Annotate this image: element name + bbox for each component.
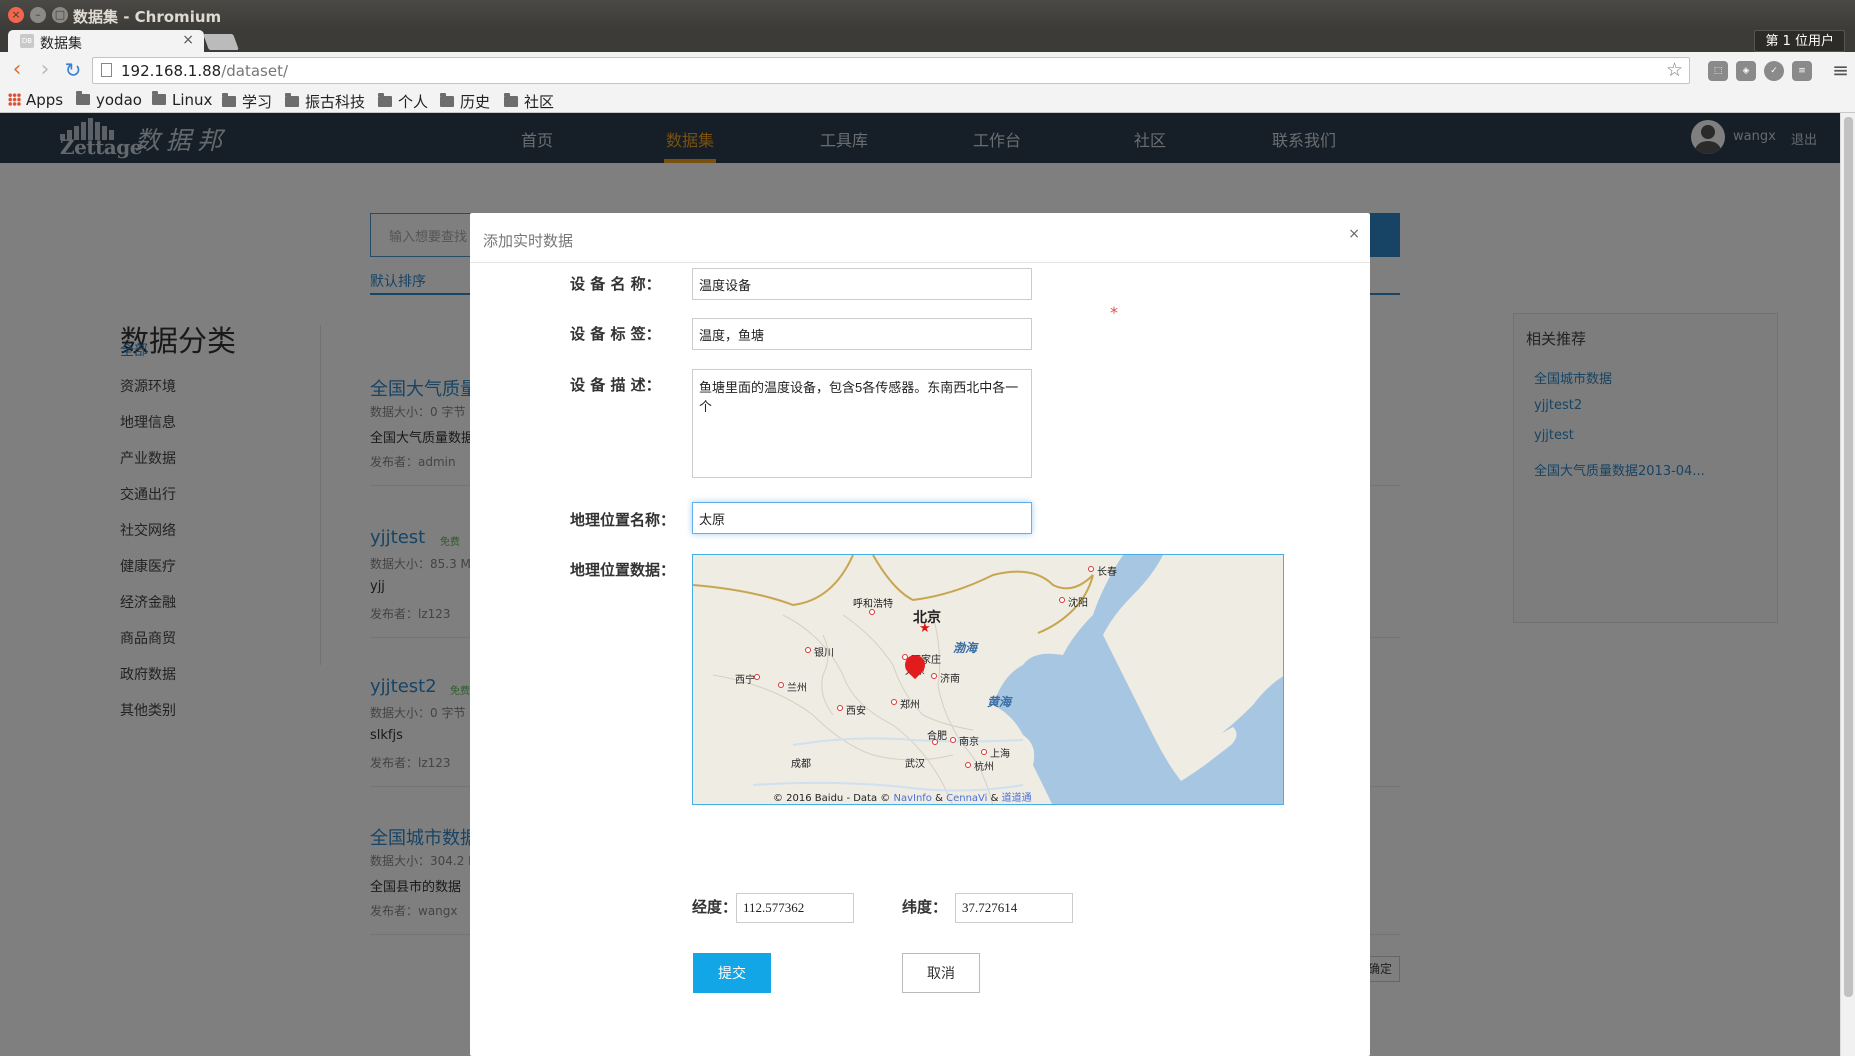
location-map[interactable]: 长春 呼和浩特 北京 ★ 沈阳 银川 太原 石家庄 西宁 兰州 济南 郑州 西安… [692,554,1284,805]
device-desc-textarea[interactable]: 鱼塘里面的温度设备，包含5各传感器。东南西北中各一个 [692,369,1032,478]
new-tab-button[interactable] [203,34,239,50]
sea-label: 渤海 [953,641,978,655]
location-name-label: 地理位置名称： [570,511,676,529]
bookmark-folder[interactable]: 学习 [222,91,272,112]
device-name-label: 设 备 名 称： [570,275,661,293]
os-titlebar: × – □ 数据集 - Chromium [0,0,1855,30]
city-label: 成都 [791,759,811,770]
profile-button[interactable]: 第 1 位用户 [1754,30,1845,52]
longitude-label: 经度： [692,898,738,916]
capital-star-icon: ★ [919,621,931,636]
modal-close-icon[interactable]: × [1348,226,1360,242]
map-copyright: © 2016 Baidu - Data © NavInfo & CennaVi … [773,793,1032,804]
city-label: 沈阳 [1068,598,1088,609]
url-text[interactable]: 192.168.1.88/dataset/ [121,62,288,80]
location-name-input[interactable] [692,502,1032,534]
city-dot [778,682,784,688]
city-label: 西宁 [735,675,755,686]
tab-title: 数据集 [40,36,82,52]
city-label: 郑州 [900,700,920,711]
city-label: 杭州 [974,762,994,773]
bookmark-folder[interactable]: Linux [152,91,212,109]
submit-button[interactable]: 提交 [693,953,771,993]
folder-icon [504,93,518,107]
bookmark-star-icon[interactable]: ☆ [1666,59,1683,81]
city-label: 银川 [814,648,834,659]
bookmark-folder[interactable]: 社区 [504,91,554,112]
url-path: /dataset/ [221,62,289,80]
sea-label: 黄海 [987,695,1012,709]
copyright-link[interactable]: 道道通 [1002,793,1032,804]
folder-icon [378,93,392,107]
city-dot [891,699,897,705]
device-tag-input[interactable] [692,318,1032,350]
page-icon [101,63,112,77]
check-extension-icon[interactable]: ✓ [1764,61,1784,81]
city-dot [981,749,987,755]
browser-tabstrip: DB 数据集 × 第 1 位用户 [0,30,1855,52]
longitude-input[interactable] [736,893,854,923]
city-dot [1088,566,1094,572]
add-realtime-data-modal: 添加实时数据 × 设 备 名 称： * 设 备 标 签： 设 备 描 述： 鱼塘… [470,213,1370,1056]
back-arrow-icon[interactable]: ‹ [6,58,28,82]
folder-icon [76,91,90,105]
bookmark-folder[interactable]: 振古科技 [285,91,365,112]
modal-title: 添加实时数据 [483,232,574,250]
folder-icon [152,91,166,105]
city-dot [950,737,956,743]
browser-menu-icon[interactable]: ≡ [1832,58,1849,82]
folder-icon [440,93,454,107]
device-desc-label: 设 备 描 述： [570,376,661,394]
address-bar[interactable]: 192.168.1.88/dataset/ ☆ [92,57,1690,84]
bookmark-folder[interactable]: 历史 [440,91,490,112]
city-dot [805,647,811,653]
url-host: 192.168.1.88 [121,62,222,80]
window-minimize-icon[interactable]: – [30,7,46,23]
window-title: 数据集 - Chromium [73,8,222,26]
latitude-label: 纬度： [902,898,948,916]
shield-extension-icon[interactable]: ◈ [1736,61,1756,81]
scrollbar-thumb[interactable] [1844,117,1853,997]
city-label: 南京 [959,737,979,748]
bookmark-folder[interactable]: yodao [76,91,142,109]
city-label: 长春 [1097,567,1117,578]
apps-grid-icon [8,93,21,106]
web-page: Zettage 数据邦 首页 数据集 工具库 工作台 社区 联系我们 wangx… [0,113,1840,1056]
location-data-label: 地理位置数据： [570,561,676,579]
cancel-button[interactable]: 取消 [902,953,980,993]
modal-header: 添加实时数据 × [470,213,1370,263]
extension-icon[interactable]: ⬚ [1708,61,1728,81]
city-dot [931,673,937,679]
window-close-icon[interactable]: × [8,7,24,23]
dict-extension-icon[interactable]: ≡ [1792,61,1812,81]
copyright-link[interactable]: NavInfo [893,793,931,804]
folder-icon [285,93,299,107]
bookmark-apps[interactable]: Apps [8,91,63,109]
city-dot [837,705,843,711]
device-name-input[interactable] [692,268,1032,300]
tab-close-icon[interactable]: × [182,32,194,48]
city-label: 武汉 [905,759,925,770]
folder-icon [222,93,236,107]
device-tag-label: 设 备 标 签： [570,325,661,343]
required-mark: * [1110,303,1118,322]
city-label: 西安 [846,706,866,717]
forward-arrow-icon[interactable]: › [34,58,56,82]
bookmarks-bar: Apps yodao Linux 学习 振古科技 个人 历史 社区 [0,89,1855,113]
city-label: 兰州 [787,683,807,694]
city-label: 合肥 [927,731,947,742]
city-dot [1059,597,1065,603]
copyright-link[interactable]: CennaVi [946,793,987,804]
browser-tab[interactable]: DB 数据集 × [8,30,204,52]
bookmark-folder[interactable]: 个人 [378,91,428,112]
tab-favicon-icon: DB [20,34,34,48]
browser-toolbar: ‹ › ↻ 192.168.1.88/dataset/ ☆ ⬚ ◈ ✓ ≡ ≡ [0,52,1855,89]
reload-icon[interactable]: ↻ [62,58,84,82]
city-dot [965,762,971,768]
city-label: 济南 [940,674,960,685]
window-maximize-icon[interactable]: □ [52,7,68,23]
latitude-input[interactable] [955,893,1073,923]
page-scrollbar[interactable] [1840,113,1855,1056]
city-label: 呼和浩特 [853,599,893,610]
